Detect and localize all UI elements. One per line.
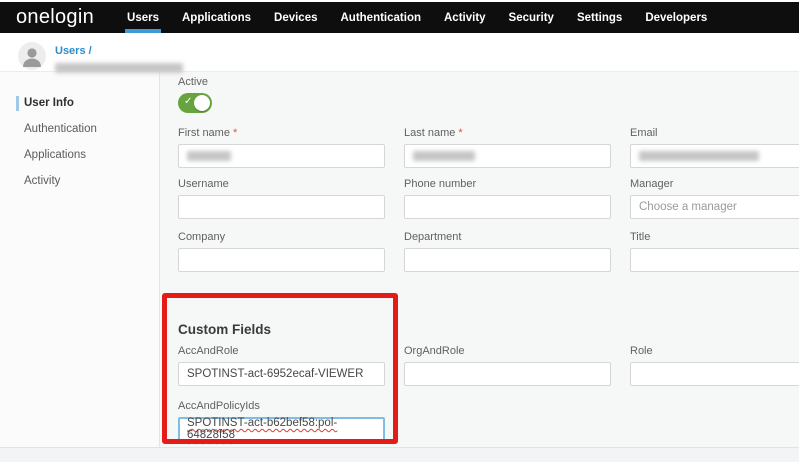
title-field[interactable]: [630, 248, 799, 272]
onelogin-user-detail-page: onelogin Users Applications Devices Auth…: [0, 0, 799, 462]
first-name-redacted-value: [187, 151, 231, 161]
manager-placeholder: Choose a manager: [639, 201, 737, 213]
form-row-2: Username Phone number Manager Choose a m…: [178, 178, 799, 219]
department-label: Department: [404, 231, 611, 243]
accandrole-label: AccAndRole: [178, 345, 385, 357]
nav-item-developers[interactable]: Developers: [645, 2, 707, 33]
last-name-field[interactable]: [404, 144, 611, 168]
email-redacted-value: [639, 151, 759, 161]
nav-item-applications[interactable]: Applications: [182, 2, 251, 33]
policy-field-group: AccAndPolicyIds SPOTINST-act-b62bef58:po…: [178, 400, 385, 441]
breadcrumb[interactable]: Users /: [55, 45, 92, 57]
nav-item-authentication[interactable]: Authentication: [341, 2, 422, 33]
sidebar-item-authentication[interactable]: Authentication: [0, 116, 159, 142]
footer-strip: [0, 448, 799, 462]
active-label: Active: [178, 76, 799, 88]
accandrole-field[interactable]: SPOTINST-act-6952ecaf-VIEWER: [178, 362, 385, 386]
username-label: Username: [178, 178, 385, 190]
username-field[interactable]: [178, 195, 385, 219]
role-label: Role: [630, 345, 799, 357]
accandpolicyids-label: AccAndPolicyIds: [178, 400, 385, 412]
company-field[interactable]: [178, 248, 385, 272]
custom-fields-heading: Custom Fields: [178, 322, 799, 337]
department-field[interactable]: [404, 248, 611, 272]
sidebar-item-activity[interactable]: Activity: [0, 168, 159, 194]
form-row-3: Company Department Title: [178, 231, 799, 272]
custom-fields-row: AccAndRole SPOTINST-act-6952ecaf-VIEWER …: [178, 345, 799, 386]
manager-label: Manager: [630, 178, 799, 190]
phone-number-field[interactable]: [404, 195, 611, 219]
accandpolicyids-value: SPOTINST-act-b62bef58:pol-64828f58: [187, 417, 376, 441]
active-toggle[interactable]: ✓: [178, 93, 212, 113]
email-field[interactable]: [630, 144, 799, 168]
user-info-form: Active ✓ First name* Last name* Email: [160, 72, 799, 447]
toggle-knob: [194, 95, 210, 111]
accandrole-value: SPOTINST-act-6952ecaf-VIEWER: [187, 368, 363, 380]
user-name-redacted: [55, 63, 183, 73]
required-asterisk: *: [458, 127, 462, 139]
sidebar: User Info Authentication Applications Ac…: [0, 72, 160, 447]
nav-item-devices[interactable]: Devices: [274, 2, 317, 33]
onelogin-logo[interactable]: onelogin: [16, 6, 94, 29]
first-name-field[interactable]: [178, 144, 385, 168]
role-field[interactable]: [630, 362, 799, 386]
email-label: Email: [630, 127, 799, 139]
toggle-check-icon: ✓: [184, 96, 192, 107]
form-row-1: First name* Last name* Email: [178, 127, 799, 168]
manager-field[interactable]: Choose a manager: [630, 195, 799, 219]
sidebar-item-user-info[interactable]: User Info: [0, 90, 159, 116]
breadcrumb-header: Users /: [0, 33, 799, 72]
last-name-redacted-value: [413, 151, 475, 161]
organdrole-label: OrgAndRole: [404, 345, 611, 357]
organdrole-field[interactable]: [404, 362, 611, 386]
page-body: User Info Authentication Applications Ac…: [0, 72, 799, 448]
breadcrumb-block: Users /: [55, 39, 183, 71]
phone-number-label: Phone number: [404, 178, 611, 190]
nav-item-activity[interactable]: Activity: [444, 2, 486, 33]
title-label: Title: [630, 231, 799, 243]
last-name-label: Last name*: [404, 127, 611, 139]
nav-item-security[interactable]: Security: [509, 2, 554, 33]
first-name-label: First name*: [178, 127, 385, 139]
nav-item-users[interactable]: Users: [127, 2, 159, 33]
sidebar-item-applications[interactable]: Applications: [0, 142, 159, 168]
accandpolicyids-field[interactable]: SPOTINST-act-b62bef58:pol-64828f58: [178, 417, 385, 441]
avatar: [18, 42, 46, 70]
top-nav: onelogin Users Applications Devices Auth…: [0, 2, 799, 33]
nav-items: Users Applications Devices Authenticatio…: [127, 2, 730, 33]
person-icon: [18, 42, 46, 70]
company-label: Company: [178, 231, 385, 243]
nav-item-settings[interactable]: Settings: [577, 2, 622, 33]
required-asterisk: *: [233, 127, 237, 139]
